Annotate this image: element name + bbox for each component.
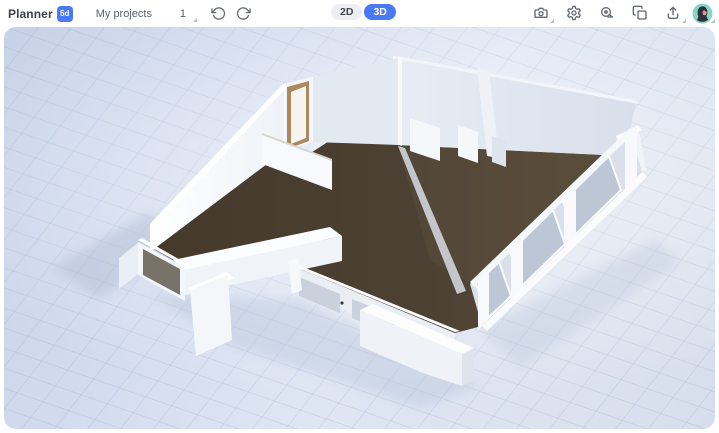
corner-fold-icon (193, 18, 197, 22)
toolbar-right-icons (527, 2, 713, 24)
copy-layers-icon (632, 5, 648, 21)
entry-door (287, 81, 309, 149)
canvas-3d-view[interactable] (4, 27, 715, 429)
share-button[interactable] (662, 2, 684, 24)
floor-selector[interactable]: 1 (171, 5, 195, 23)
redo-icon (236, 6, 251, 21)
tab-2d-view[interactable]: 2D (331, 4, 362, 20)
snapshot-button[interactable] (530, 2, 552, 24)
tape-measure-icon (599, 5, 615, 21)
planner5d-logo-icon: 5d (57, 6, 73, 22)
corner-fold-icon (711, 19, 715, 23)
corner-fold-icon (550, 19, 554, 23)
measure-button[interactable] (596, 2, 618, 24)
brand-logo[interactable]: Planner 5d (8, 6, 73, 22)
gear-icon (566, 5, 582, 21)
tab-3d-view[interactable]: 3D (364, 4, 395, 20)
avatar-image (692, 3, 713, 24)
app-window: Planner 5d My projects 1 2D (0, 0, 719, 433)
share-upload-icon (665, 5, 681, 21)
copy-button[interactable] (629, 2, 651, 24)
camera-icon (533, 5, 549, 21)
redo-button[interactable] (233, 3, 255, 25)
history-controls (205, 3, 255, 25)
my-projects-menu[interactable]: My projects (96, 8, 152, 20)
floor-selector-value: 1 (180, 8, 186, 20)
undo-icon (211, 6, 226, 21)
top-toolbar: Planner 5d My projects 1 2D (0, 0, 719, 27)
view-mode-toggle: 2D 3D (331, 4, 396, 20)
settings-button[interactable] (563, 2, 585, 24)
corner-fold-icon (682, 19, 686, 23)
floorplan-3d-scene (4, 27, 715, 429)
user-avatar[interactable] (692, 3, 713, 24)
brand-name: Planner (8, 7, 53, 21)
undo-button[interactable] (208, 3, 230, 25)
